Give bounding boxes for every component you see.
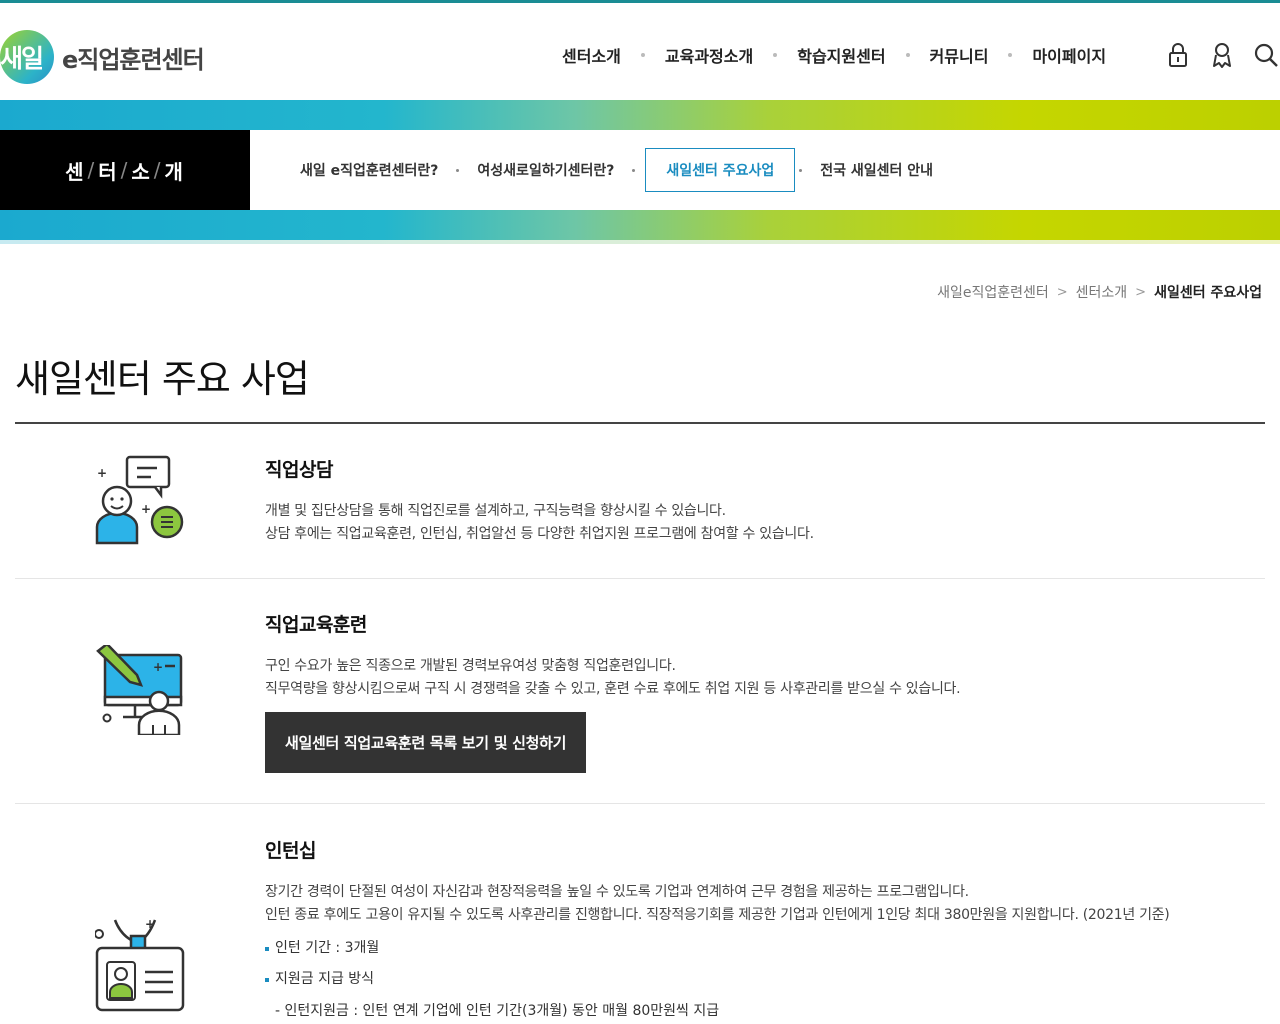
list-item: 인턴 기간 : 3개월	[265, 938, 1255, 958]
lnb-title-slash: /	[120, 158, 130, 182]
logo-mark: 새일	[0, 30, 54, 84]
svg-text:+: +	[141, 502, 151, 516]
site-header: 새일 e직업훈련센터 센터소개 교육과정소개 학습지원센터 커뮤니티 마이페이지	[0, 3, 1280, 100]
local-nav: 새일 e직업훈련센터란? 여성새로일하기센터란? 새일센터 주요사업 전국 새일…	[250, 130, 933, 210]
gnb-item-learning-support[interactable]: 학습지원센터	[773, 43, 907, 67]
section-title: 직업상담	[265, 459, 333, 481]
sub-list-item: - 인턴지원금 : 인턴 연계 기업에 인턴 기간(3개월) 동안 매월 80만…	[275, 1003, 720, 1019]
header-tools	[1164, 41, 1280, 69]
lnb-title-slash: /	[153, 158, 163, 182]
user-icon[interactable]	[1208, 41, 1236, 69]
global-nav: 센터소개 교육과정소개 학습지원센터 커뮤니티 마이페이지	[540, 43, 1128, 67]
lnb-item-eduction-center[interactable]: 새일 e직업훈련센터란?	[300, 160, 438, 180]
site-logo[interactable]: 새일 e직업훈련센터	[0, 30, 205, 84]
gnb-item-courses[interactable]: 교육과정소개	[640, 43, 775, 67]
logo-mark-text: 새일	[0, 44, 44, 73]
lnb-title: 센 / 터 / 소 / 개	[0, 130, 250, 210]
breadcrumb-current: 새일센터 주요사업	[1154, 285, 1262, 301]
svg-text:+: +	[97, 466, 107, 480]
breadcrumb-home[interactable]: 새일e직업훈련센터	[937, 282, 1049, 302]
lnb-title-slash: /	[87, 158, 97, 182]
section-text-line: 장기간 경력이 단절된 여성이 자신감과 현장적응력을 높일 수 있도록 기업과…	[265, 884, 969, 900]
section-title: 인턴십	[265, 840, 316, 862]
lnb-separator-dot	[799, 168, 803, 172]
breadcrumb-chevron-icon: >	[1135, 284, 1147, 300]
section-training-body: 직업교육훈련 구인 수요가 높은 직종으로 개발된 경력보유여성 맞춤형 직업훈…	[265, 610, 1255, 773]
lnb-title-char: 개	[164, 159, 185, 184]
svg-text:+: +	[153, 660, 163, 674]
section-divider	[15, 578, 1265, 579]
list-item: 지원금 지급 방식	[265, 969, 1255, 989]
logo-text: e직업훈련센터	[62, 45, 205, 74]
title-divider	[15, 422, 1265, 424]
counseling-icon: + +	[95, 455, 185, 545]
breadcrumb: 새일e직업훈련센터 > 센터소개 > 새일센터 주요사업	[937, 282, 1262, 302]
gnb-item-community[interactable]: 커뮤니티	[905, 43, 1011, 67]
section-text-line: 상담 후에는 직업교육훈련, 인턴십, 취업알선 등 다양한 취업지원 프로그램…	[265, 526, 814, 542]
page-title: 새일센터 주요 사업	[15, 357, 310, 401]
lnb-title-char: 소	[131, 159, 152, 184]
lnb-item-main-business[interactable]: 새일센터 주요사업	[645, 148, 796, 192]
search-icon[interactable]	[1252, 41, 1280, 69]
gnb-item-center-intro[interactable]: 센터소개	[540, 43, 643, 67]
lnb-separator-dot	[456, 168, 460, 172]
breadcrumb-chevron-icon: >	[1056, 284, 1068, 300]
lnb-item-nationwide-centers[interactable]: 전국 새일센터 안내	[820, 160, 933, 180]
training-icon: +	[95, 642, 185, 737]
lnb-title-char: 센	[65, 159, 86, 184]
training-list-apply-button[interactable]: 새일센터 직업교육훈련 목록 보기 및 신청하기	[265, 712, 587, 773]
visual-band-fade	[0, 240, 1280, 244]
lnb-separator-dot	[632, 168, 636, 172]
section-title: 직업교육훈련	[265, 614, 367, 636]
section-text-line: 인턴 종료 후에도 고용이 유지될 수 있도록 사후관리를 진행합니다. 직장적…	[265, 907, 1170, 923]
lnb-title-char: 터	[98, 159, 119, 184]
lnb-item-women-center[interactable]: 여성새로일하기센터란?	[477, 160, 614, 180]
section-text-line: 구인 수요가 높은 직종으로 개발된 경력보유여성 맞춤형 직업훈련입니다.	[265, 658, 676, 674]
internship-icon: +	[94, 916, 185, 1012]
lock-icon[interactable]	[1164, 41, 1192, 69]
section-internship-body: 인턴십 장기간 경력이 단절된 여성이 자신감과 현장적응력을 높일 수 있도록…	[265, 836, 1255, 1020]
section-text-line: 직무역량을 향상시킴으로써 구직 시 경쟁력을 갖출 수 있고, 훈련 수료 후…	[265, 681, 961, 697]
svg-text:+: +	[145, 917, 155, 931]
section-counseling-body: 직업상담 개별 및 집단상담을 통해 직업진로를 설계하고, 구직능력을 향상시…	[265, 455, 1255, 546]
breadcrumb-center-intro[interactable]: 센터소개	[1076, 282, 1128, 302]
section-text-line: 개별 및 집단상담을 통해 직업진로를 설계하고, 구직능력을 향상시킬 수 있…	[265, 503, 726, 519]
gnb-item-mypage[interactable]: 마이페이지	[1008, 43, 1128, 67]
section-divider	[15, 803, 1265, 804]
